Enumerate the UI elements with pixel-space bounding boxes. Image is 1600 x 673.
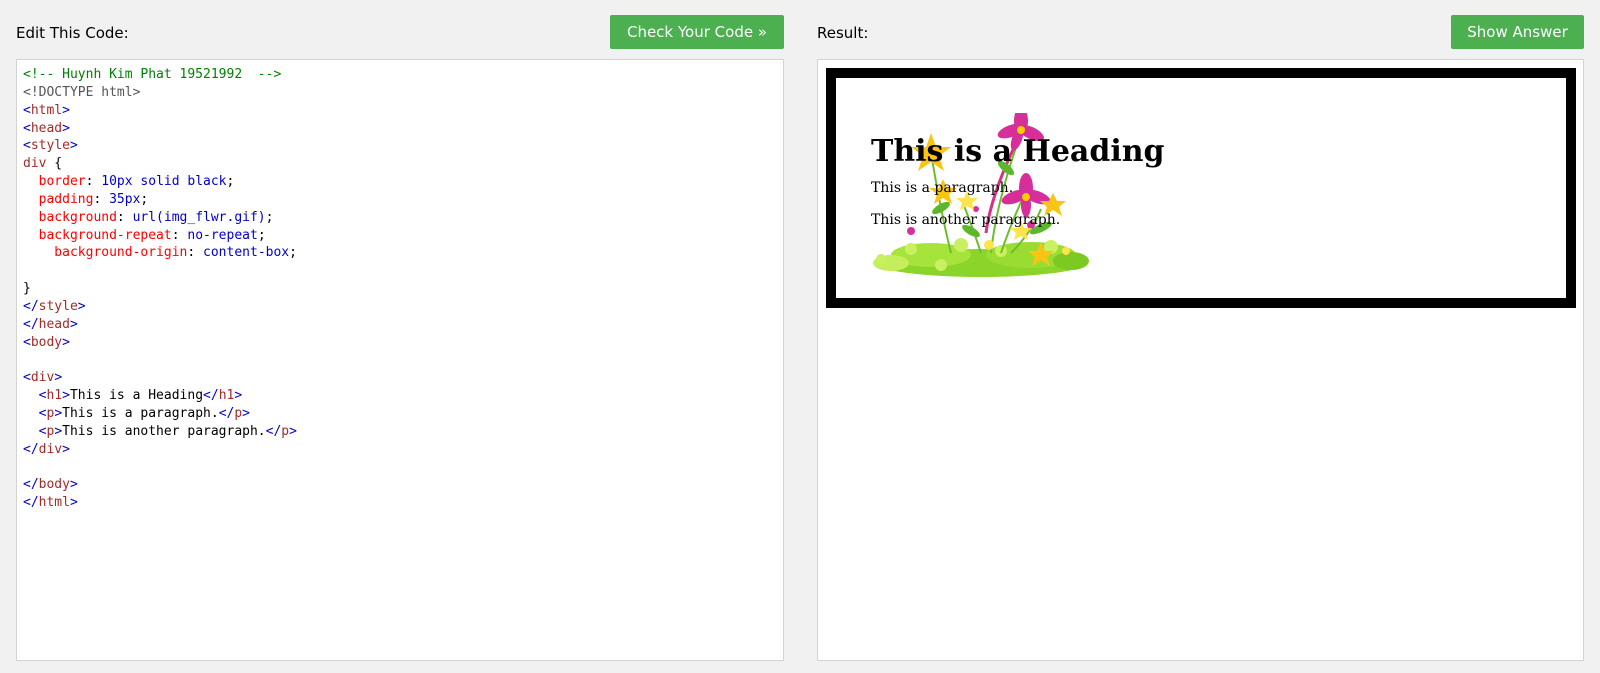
code-line[interactable] xyxy=(23,262,783,280)
code-line[interactable]: </html> xyxy=(23,494,783,512)
code-line[interactable]: <div> xyxy=(23,369,783,387)
code-line[interactable]: <h1>This is a Heading</h1> xyxy=(23,387,783,405)
code-line[interactable]: <!DOCTYPE html> xyxy=(23,84,783,102)
code-line[interactable]: <html> xyxy=(23,102,783,120)
code-line[interactable]: <!-- Huynh Kim Phat 19521992 --> xyxy=(23,66,783,84)
demo-heading: This is a Heading xyxy=(871,134,1165,169)
demo-div: This is a Heading This is a paragraph. T… xyxy=(826,68,1576,308)
code-line[interactable]: <body> xyxy=(23,334,783,352)
code-line[interactable]: div { xyxy=(23,155,783,173)
code-line[interactable]: <style> xyxy=(23,137,783,155)
code-editor[interactable]: <!-- Huynh Kim Phat 19521992 --> <!DOCTYP… xyxy=(16,59,784,661)
demo-paragraph-1: This is a paragraph. xyxy=(871,180,1014,196)
code-line[interactable]: </head> xyxy=(23,316,783,334)
code-line[interactable]: background: url(img_flwr.gif); xyxy=(23,209,783,227)
code-line[interactable]: padding: 35px; xyxy=(23,191,783,209)
code-line[interactable]: </style> xyxy=(23,298,783,316)
result-frame: This is a Heading This is a paragraph. T… xyxy=(817,59,1584,661)
code-line[interactable]: } xyxy=(23,280,783,298)
code-line[interactable]: </body> xyxy=(23,476,783,494)
editor-label: Edit This Code: xyxy=(16,24,129,42)
code-line[interactable]: <head> xyxy=(23,120,783,138)
code-line[interactable]: background-origin: content-box; xyxy=(23,244,783,262)
demo-content-box: This is a Heading This is a paragraph. T… xyxy=(871,113,1531,277)
check-your-code-button[interactable]: Check Your Code » xyxy=(610,15,784,49)
code-line[interactable]: <p>This is another paragraph.</p> xyxy=(23,423,783,441)
code-line[interactable]: border: 10px solid black; xyxy=(23,173,783,191)
code-editor-content[interactable]: <!-- Huynh Kim Phat 19521992 --> <!DOCTYP… xyxy=(17,60,783,512)
code-line[interactable]: </div> xyxy=(23,441,783,459)
code-line[interactable]: <p>This is a paragraph.</p> xyxy=(23,405,783,423)
code-line[interactable]: background-repeat: no-repeat; xyxy=(23,227,783,245)
demo-paragraph-2: This is another paragraph. xyxy=(871,212,1061,228)
show-answer-button[interactable]: Show Answer xyxy=(1451,15,1584,49)
code-line[interactable] xyxy=(23,352,783,370)
result-label: Result: xyxy=(817,24,869,42)
code-line[interactable] xyxy=(23,459,783,477)
